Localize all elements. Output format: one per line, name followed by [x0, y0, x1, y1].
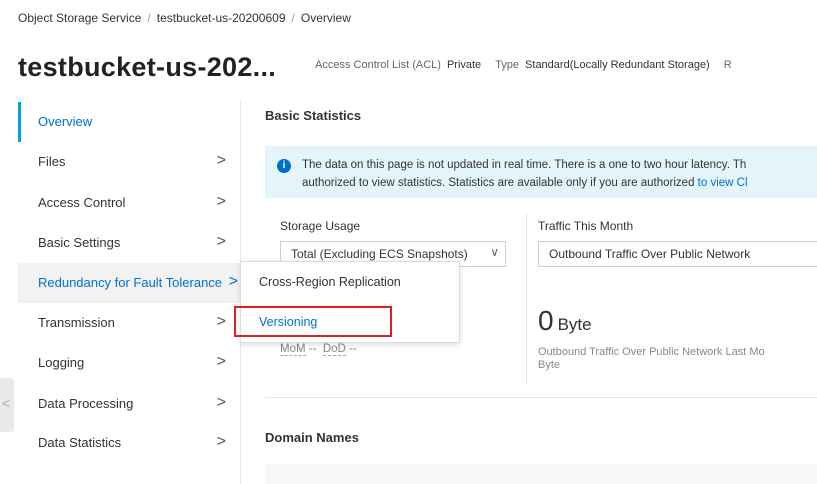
domain-names-heading: Domain Names: [265, 430, 359, 445]
traffic-unit: Byte: [557, 315, 592, 334]
bucket-meta: Access Control List (ACL) Private Type Stan…: [315, 59, 732, 71]
dod-value: --: [349, 343, 357, 355]
sidebar-item-data-processing[interactable]: Data Processing >: [18, 384, 240, 424]
chevron-right-icon: >: [216, 233, 226, 250]
sidebar-item-basic-settings[interactable]: Basic Settings >: [18, 223, 240, 263]
info-line-2: authorized to view statistics. Statistic…: [302, 177, 698, 189]
menu-item-label: Cross-Region Replication: [259, 275, 401, 289]
info-notice: i The data on this page is not updated i…: [265, 146, 817, 198]
chevron-right-icon: >: [216, 353, 226, 370]
sidebar-item-label: Redundancy for Fault Tolerance: [38, 275, 223, 290]
traffic-select-value: Outbound Traffic Over Public Network: [549, 247, 751, 261]
highlight-box: [234, 306, 392, 337]
view-cloud-monitor-link[interactable]: to view Cl: [698, 177, 748, 189]
sidebar-item-redundancy[interactable]: Redundancy for Fault Tolerance >: [18, 263, 240, 303]
divider: [526, 214, 527, 384]
chevron-right-icon: >: [216, 433, 226, 450]
acl-label: Access Control List (ACL): [315, 59, 441, 71]
traffic-this-month-label: Traffic This Month: [538, 219, 634, 233]
traffic-number: 0: [538, 305, 554, 336]
sidebar-collapse-toggle[interactable]: <: [0, 378, 14, 432]
chevron-down-icon: ∨: [490, 245, 499, 259]
divider: [265, 397, 817, 398]
menu-item-cross-region-replication[interactable]: Cross-Region Replication: [241, 270, 459, 296]
sidebar-item-overview[interactable]: Overview: [18, 102, 243, 142]
traffic-type-select[interactable]: Outbound Traffic Over Public Network: [538, 241, 817, 267]
breadcrumb-current: Overview: [300, 11, 351, 25]
meta-truncated-text: R: [723, 59, 732, 71]
chevron-left-icon: <: [2, 395, 11, 411]
page-title: testbucket-us-202...: [18, 52, 277, 82]
sidebar-nav: Overview Files > Access Control > Basic …: [18, 100, 241, 484]
info-icon: i: [277, 159, 291, 173]
info-notice-text: The data on this page is not updated in …: [302, 156, 748, 192]
traffic-value: 0 Byte: [538, 305, 592, 337]
sidebar-item-logging[interactable]: Logging >: [18, 343, 240, 383]
sidebar-item-label: Transmission: [38, 315, 115, 330]
breadcrumb-separator: /: [291, 11, 295, 25]
mom-value: --: [308, 343, 317, 355]
traffic-last-month-note: Outbound Traffic Over Public Network Las…: [538, 346, 765, 372]
dod-label: DoD: [322, 343, 346, 356]
chevron-right-icon: >: [216, 394, 226, 411]
breadcrumb-separator: /: [147, 11, 151, 25]
sidebar-item-label: Access Control: [38, 195, 126, 210]
sidebar-item-label: Data Statistics: [38, 435, 122, 450]
sidebar-item-label: Logging: [38, 355, 85, 370]
chevron-right-icon: >: [228, 273, 238, 290]
chevron-right-icon: >: [216, 193, 226, 210]
mom-label: MoM: [280, 343, 306, 356]
type-label: Type: [495, 59, 520, 71]
sidebar-item-data-statistics[interactable]: Data Statistics >: [18, 423, 240, 463]
sidebar-item-transmission[interactable]: Transmission >: [18, 303, 240, 343]
storage-trend: MoM -- DoD --: [280, 343, 357, 356]
traffic-note-line-1: Outbound Traffic Over Public Network Las…: [538, 346, 765, 358]
storage-usage-label: Storage Usage: [280, 219, 361, 233]
breadcrumb-bucket-link[interactable]: testbucket-us-20200609: [157, 11, 286, 25]
chevron-right-icon: >: [216, 152, 226, 169]
sidebar-item-label: Data Processing: [38, 396, 134, 411]
storage-select-value: Total (Excluding ECS Snapshots): [291, 247, 468, 261]
basic-statistics-heading: Basic Statistics: [265, 108, 362, 123]
sidebar-item-label: Overview: [38, 114, 93, 129]
sidebar-item-files[interactable]: Files >: [18, 142, 240, 182]
bucket-header: testbucket-us-202... Access Control List…: [18, 50, 817, 84]
breadcrumb-oss-link[interactable]: Object Storage Service: [18, 11, 141, 25]
type-value: Standard(Locally Redundant Storage): [525, 59, 710, 71]
chevron-right-icon: >: [216, 313, 226, 330]
info-line-1: The data on this page is not updated in …: [302, 159, 747, 171]
traffic-note-line-2: Byte: [538, 359, 561, 371]
breadcrumb: Object Storage Service / testbucket-us-202…: [18, 11, 351, 25]
sidebar-item-label: Basic Settings: [38, 235, 121, 250]
domain-names-table-header: [265, 464, 817, 484]
sidebar-item-access-control[interactable]: Access Control >: [18, 183, 240, 223]
sidebar-item-label: Files: [38, 154, 66, 169]
acl-value: Private: [446, 59, 482, 71]
